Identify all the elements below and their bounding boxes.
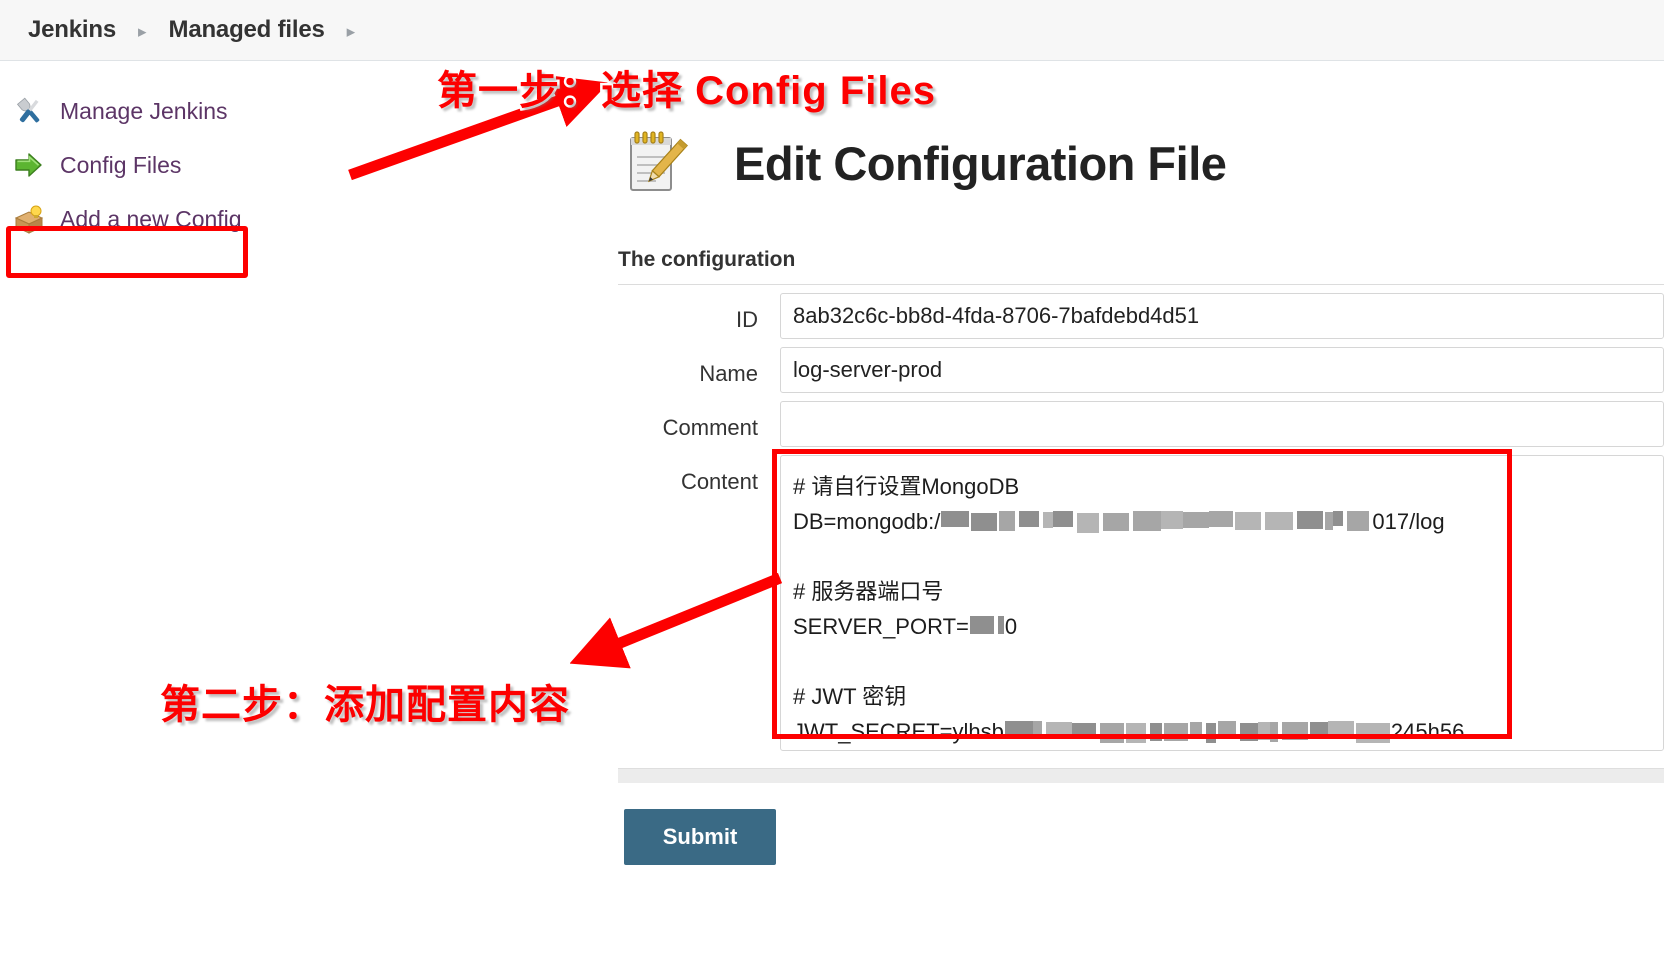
page-title: Edit Configuration File <box>734 136 1227 190</box>
content-textarea[interactable] <box>780 455 1664 751</box>
main-panel: Edit Configuration File The configuratio… <box>618 120 1664 865</box>
sidebar-item-label: Add a new Config <box>60 205 242 232</box>
form-row-content: Content # 请自行设置MongoDB DB=mongodb:/017/lo… <box>618 449 1664 756</box>
form-row-id: ID <box>618 293 1664 339</box>
field-label-name: Name <box>699 361 758 386</box>
breadcrumb-item-jenkins[interactable]: Jenkins <box>28 16 116 44</box>
sidebar-item-label: Manage Jenkins <box>60 97 228 124</box>
box-idea-icon <box>12 202 46 236</box>
sidebar-item-config-files[interactable]: Config Files <box>0 138 420 192</box>
form-row-comment: Comment <box>618 401 1664 447</box>
sidebar-item-label: Config Files <box>60 151 182 178</box>
field-label-content: Content <box>680 469 758 494</box>
annotation-step-2: 第二步：添加配置内容 <box>158 681 572 730</box>
breadcrumb-separator-icon-2: ▸ <box>346 21 356 41</box>
annotation-step-1: 第一步：选择 Config Files <box>435 67 938 116</box>
id-input[interactable] <box>780 293 1664 339</box>
form-footer-strip <box>618 768 1664 783</box>
breadcrumb-separator-icon: ▸ <box>137 21 147 41</box>
breadcrumb: Jenkins ▸ Managed files ▸ <box>0 0 1664 60</box>
section-title: The configuration <box>618 248 1664 285</box>
field-label-comment: Comment <box>662 415 758 440</box>
breadcrumb-item-managed-files[interactable]: Managed files <box>169 16 325 44</box>
page-title-row: Edit Configuration File <box>618 120 1664 206</box>
name-input[interactable] <box>780 347 1664 393</box>
green-arrow-icon <box>12 148 46 182</box>
sidebar: Manage Jenkins Config Files Add a new Co… <box>0 84 420 278</box>
form-row-name: Name <box>618 347 1664 393</box>
sidebar-item-manage-jenkins[interactable]: Manage Jenkins <box>0 84 420 138</box>
submit-button[interactable]: Submit <box>624 809 776 865</box>
comment-input[interactable] <box>780 401 1664 447</box>
tools-icon <box>12 94 46 128</box>
sidebar-item-add-new-config[interactable]: Add a new Config <box>0 192 420 246</box>
breadcrumb-bar: Jenkins ▸ Managed files ▸ <box>0 0 1664 61</box>
notepad-pencil-icon <box>618 126 692 200</box>
field-label-id: ID <box>736 307 758 332</box>
